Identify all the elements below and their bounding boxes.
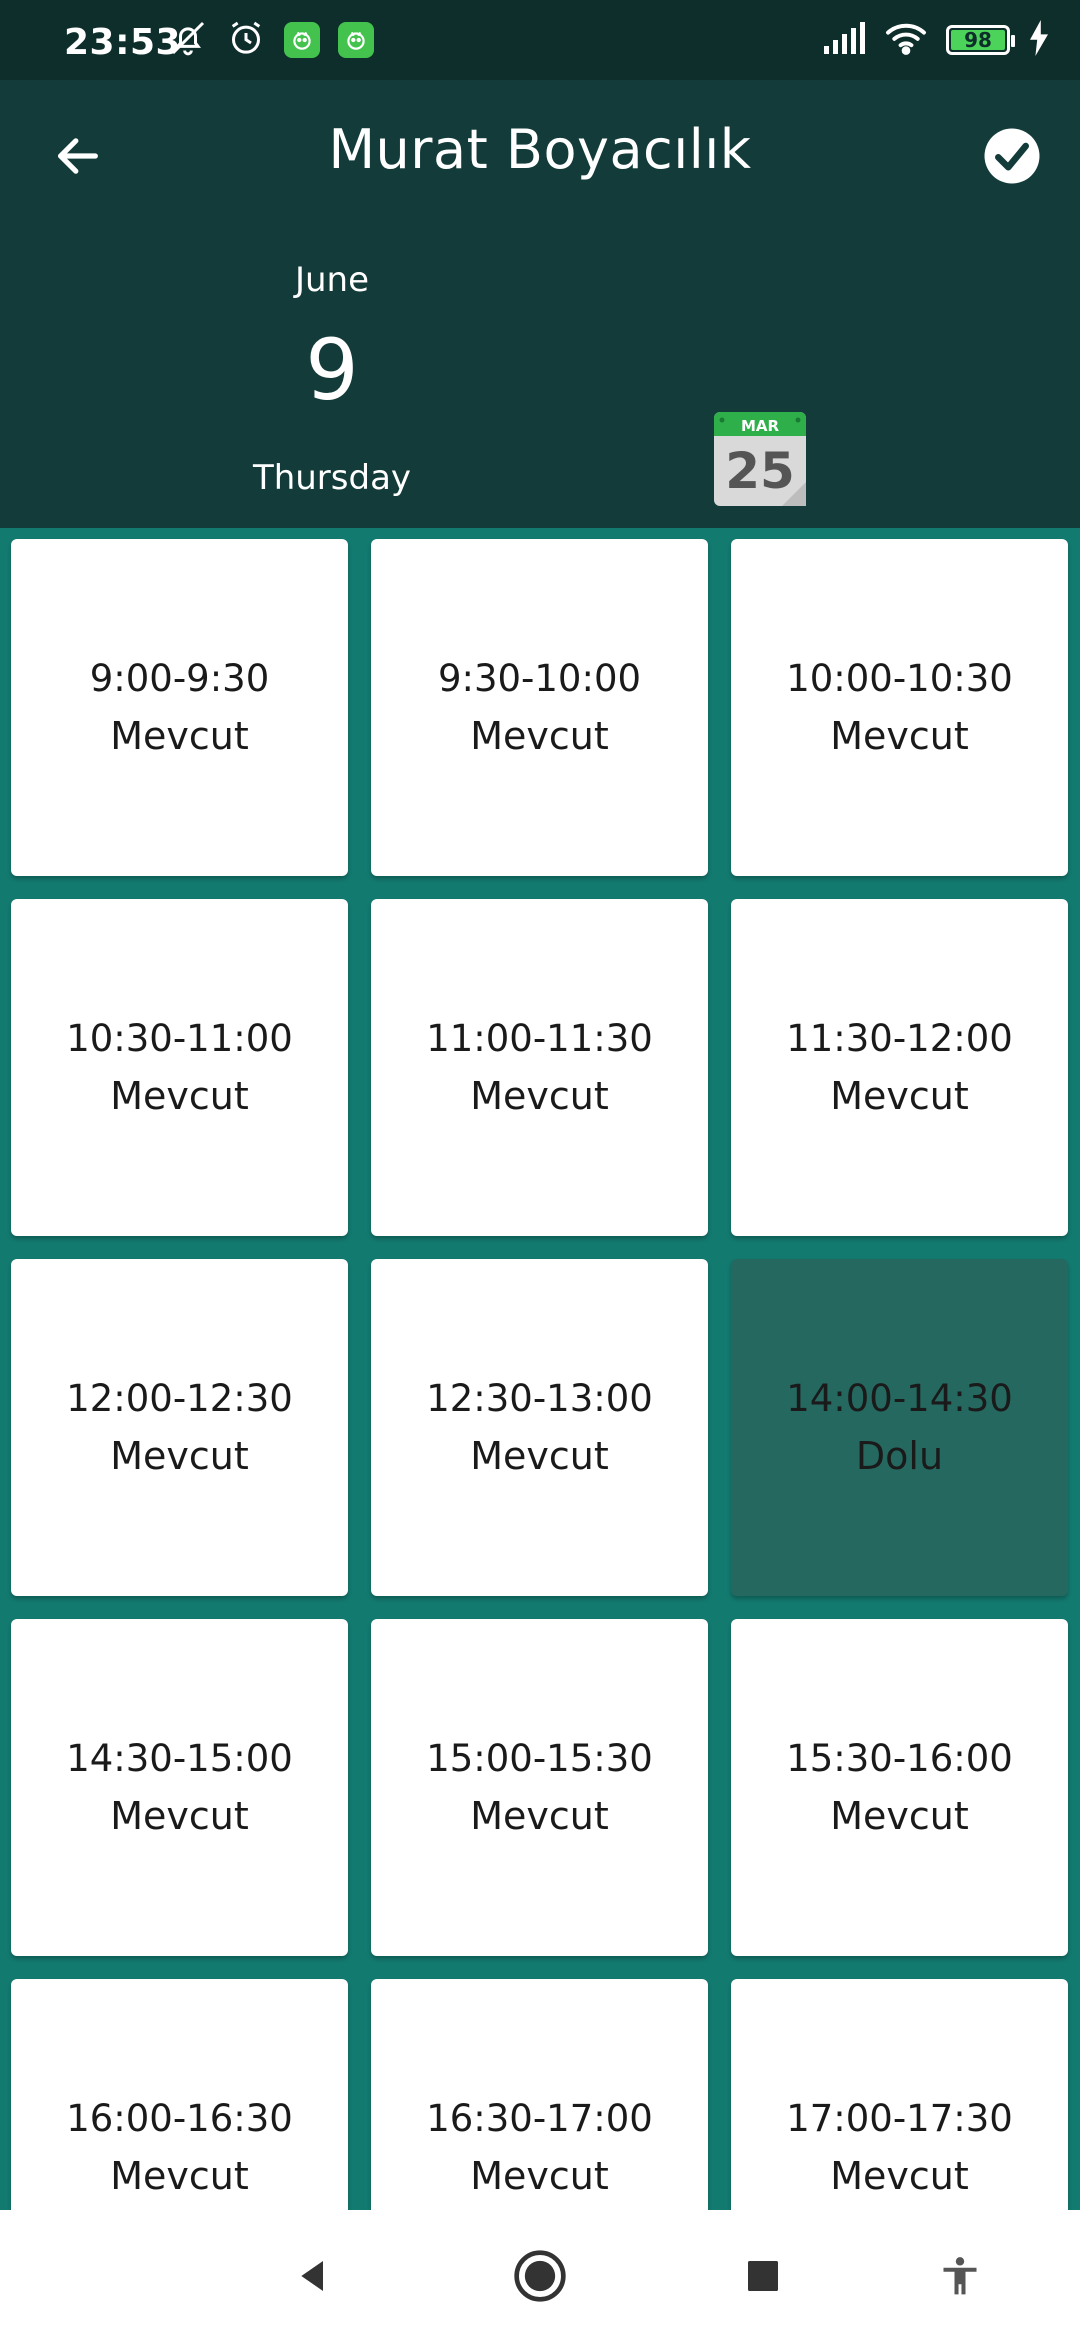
- app-notification-icon: [284, 22, 320, 58]
- status-bar: 23:53 98: [0, 0, 1080, 80]
- slot-time: 9:00-9:30: [89, 656, 270, 700]
- time-slot[interactable]: 12:00-12:30 Mevcut: [11, 1259, 348, 1596]
- slot-status: Mevcut: [830, 1793, 969, 1838]
- app-header: Murat Boyacılık June 9 Thursday MAR 25: [0, 80, 1080, 528]
- date-month: June: [294, 260, 370, 300]
- date-weekday: Thursday: [252, 458, 412, 498]
- slot-status: Mevcut: [110, 713, 249, 758]
- time-slot[interactable]: 15:30-16:00 Mevcut: [731, 1619, 1068, 1956]
- time-slot[interactable]: 10:30-11:00 Mevcut: [11, 899, 348, 1236]
- slot-time: 14:00-14:30: [786, 1376, 1013, 1420]
- slot-time: 17:00-17:30: [786, 2096, 1013, 2140]
- charging-icon: [1028, 20, 1050, 60]
- time-slot[interactable]: 14:00-14:30 Dolu: [731, 1259, 1068, 1596]
- slot-status: Mevcut: [470, 2153, 609, 2198]
- slot-time: 10:00-10:30: [786, 656, 1013, 700]
- nav-home-button[interactable]: [510, 2246, 570, 2306]
- calendar-icon-day: 25: [725, 442, 795, 500]
- battery-level: 98: [964, 28, 992, 52]
- slot-time: 11:30-12:00: [786, 1016, 1013, 1060]
- slot-time: 16:30-17:00: [426, 2096, 653, 2140]
- slot-status: Mevcut: [470, 1433, 609, 1478]
- square-recents-icon: [748, 2261, 778, 2291]
- signal-icon: [822, 20, 866, 60]
- slot-time: 9:30-10:00: [437, 656, 642, 700]
- time-slots-grid: 9:00-9:30 Mevcut 9:30-10:00 Mevcut 10:00-10:…: [0, 528, 1080, 2210]
- slot-status: Mevcut: [470, 713, 609, 758]
- time-slot[interactable]: 15:00-15:30 Mevcut: [371, 1619, 708, 1956]
- slot-time: 16:00-16:30: [66, 2096, 293, 2140]
- slot-time: 12:00-12:30: [66, 1376, 293, 1420]
- time-slot[interactable]: 16:00-16:30 Mevcut: [11, 1979, 348, 2210]
- slot-time: 11:00-11:30: [426, 1016, 653, 1060]
- time-slot[interactable]: 16:30-17:00 Mevcut: [371, 1979, 708, 2210]
- muted-bell-icon: [168, 18, 208, 62]
- slot-time: 10:30-11:00: [66, 1016, 293, 1060]
- alarm-icon: [226, 18, 266, 62]
- slot-status: Mevcut: [110, 1433, 249, 1478]
- slot-status: Mevcut: [830, 713, 969, 758]
- slot-time: 15:30-16:00: [786, 1736, 1013, 1780]
- slot-status: Mevcut: [470, 1073, 609, 1118]
- nav-recents-button[interactable]: [733, 2246, 793, 2306]
- slot-status: Mevcut: [110, 1793, 249, 1838]
- time-slot[interactable]: 9:30-10:00 Mevcut: [371, 539, 708, 876]
- time-slot[interactable]: 9:00-9:30 Mevcut: [11, 539, 348, 876]
- accessibility-icon: [943, 2257, 977, 2295]
- slot-status: Mevcut: [470, 1793, 609, 1838]
- slot-status: Dolu: [855, 1433, 944, 1478]
- time-slot[interactable]: 17:00-17:30 Mevcut: [731, 1979, 1068, 2210]
- slot-status: Mevcut: [830, 1073, 969, 1118]
- time-slot[interactable]: 12:30-13:00 Mevcut: [371, 1259, 708, 1596]
- slot-status: Mevcut: [110, 2153, 249, 2198]
- slot-time: 12:30-13:00: [426, 1376, 653, 1420]
- battery-icon: 98: [946, 25, 1015, 55]
- slot-time: 15:00-15:30: [426, 1736, 653, 1780]
- calendar-icon-month: MAR: [741, 417, 780, 435]
- time-slot[interactable]: 14:30-15:00 Mevcut: [11, 1619, 348, 1956]
- slot-time: 14:30-15:00: [66, 1736, 293, 1780]
- accessibility-button[interactable]: [930, 2246, 990, 2306]
- slot-status: Mevcut: [110, 1073, 249, 1118]
- time-slot[interactable]: 11:00-11:30 Mevcut: [371, 899, 708, 1236]
- status-time: 23:53: [64, 22, 182, 63]
- nav-back-button[interactable]: [283, 2246, 343, 2306]
- date-day: 9: [305, 321, 359, 419]
- system-nav-bar: [0, 2210, 1080, 2340]
- time-slot[interactable]: 11:30-12:00 Mevcut: [731, 899, 1068, 1236]
- wifi-icon: [884, 20, 928, 60]
- calendar-button[interactable]: MAR 25: [712, 408, 808, 508]
- circle-home-icon: [514, 2250, 566, 2302]
- slot-status: Mevcut: [830, 2153, 969, 2198]
- page-title: Murat Boyacılık: [328, 118, 752, 181]
- triangle-back-icon: [301, 2261, 323, 2291]
- app-notification-icon: [338, 22, 374, 58]
- time-slot[interactable]: 10:00-10:30 Mevcut: [731, 539, 1068, 876]
- check-circle-icon: [984, 128, 1040, 184]
- confirm-button[interactable]: [980, 124, 1044, 188]
- calendar-icon: MAR 25: [714, 412, 806, 506]
